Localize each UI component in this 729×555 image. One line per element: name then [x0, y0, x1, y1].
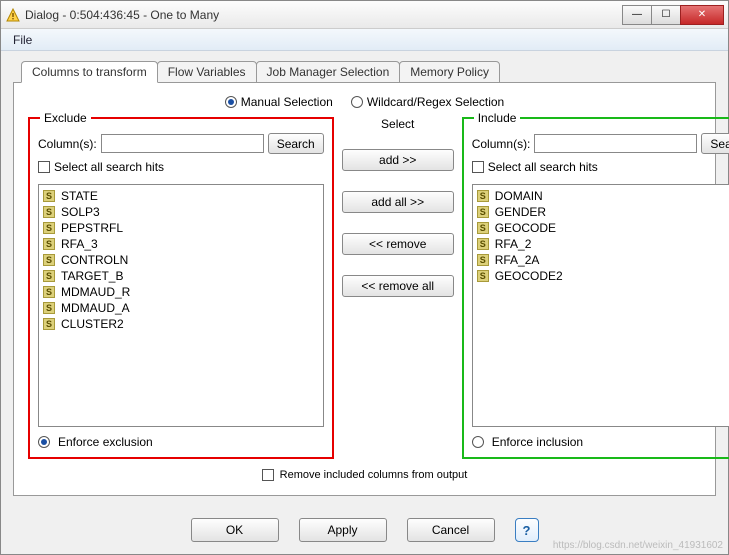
- list-item[interactable]: SGEOCODE: [475, 220, 729, 236]
- list-item[interactable]: SGENDER: [475, 204, 729, 220]
- close-button[interactable]: ✕: [680, 5, 724, 25]
- menubar: File: [1, 29, 728, 51]
- exclude-legend: Exclude: [40, 111, 91, 125]
- list-item[interactable]: SMDMAUD_R: [41, 284, 321, 300]
- add-button[interactable]: add >>: [342, 149, 454, 171]
- titlebar: Dialog - 0:504:436:45 - One to Many — ☐ …: [1, 1, 728, 29]
- radio-icon: [225, 96, 237, 108]
- exclude-fieldset: Exclude Column(s): Search Select all sea…: [28, 117, 334, 459]
- list-item[interactable]: SMDMAUD_A: [41, 300, 321, 316]
- list-item[interactable]: STARGET_B: [41, 268, 321, 284]
- window-title: Dialog - 0:504:436:45 - One to Many: [25, 8, 623, 22]
- radio-regex-label: Wildcard/Regex Selection: [367, 95, 504, 109]
- include-fieldset: Include Column(s): Search Select all sea…: [462, 117, 729, 459]
- string-type-icon: S: [477, 206, 489, 218]
- string-type-icon: S: [43, 222, 55, 234]
- string-type-icon: S: [43, 270, 55, 282]
- help-button[interactable]: ?: [515, 518, 539, 542]
- include-search-button[interactable]: Search: [701, 133, 729, 154]
- remove-included-label: Remove included columns from output: [280, 469, 468, 481]
- exclude-listbox[interactable]: SSTATE SSOLP3 SPEPSTRFL SRFA_3 SCONTROLN…: [38, 184, 324, 427]
- column-picker: Exclude Column(s): Search Select all sea…: [28, 117, 701, 459]
- tab-columns-to-transform[interactable]: Columns to transform: [21, 61, 158, 83]
- string-type-icon: S: [43, 238, 55, 250]
- minimize-button[interactable]: —: [622, 5, 652, 25]
- include-search-input[interactable]: [534, 134, 697, 153]
- tab-memory-policy[interactable]: Memory Policy: [399, 61, 500, 83]
- list-item[interactable]: SPEPSTRFL: [41, 220, 321, 236]
- radio-regex-selection[interactable]: Wildcard/Regex Selection: [351, 95, 504, 109]
- menu-file[interactable]: File: [7, 31, 38, 49]
- radio-icon: [351, 96, 363, 108]
- string-type-icon: S: [477, 270, 489, 282]
- string-type-icon: S: [43, 286, 55, 298]
- list-item[interactable]: SCONTROLN: [41, 252, 321, 268]
- question-icon: ?: [523, 523, 531, 538]
- include-listbox[interactable]: SDOMAIN SGENDER SGEOCODE SRFA_2 SRFA_2A …: [472, 184, 729, 427]
- string-type-icon: S: [43, 206, 55, 218]
- include-columns-label: Column(s):: [472, 137, 531, 151]
- select-legend: Select: [381, 117, 414, 131]
- cancel-button[interactable]: Cancel: [407, 518, 495, 542]
- tab-panel: Manual Selection Wildcard/Regex Selectio…: [13, 82, 716, 496]
- exclude-search-row: Column(s): Search: [38, 133, 324, 154]
- window-controls: — ☐ ✕: [623, 5, 724, 25]
- radio-icon: [472, 436, 484, 448]
- string-type-icon: S: [477, 254, 489, 266]
- list-item[interactable]: SRFA_2A: [475, 252, 729, 268]
- enforce-exclusion-row[interactable]: Enforce exclusion: [38, 435, 324, 449]
- enforce-exclusion-label: Enforce exclusion: [58, 435, 153, 449]
- maximize-button[interactable]: ☐: [651, 5, 681, 25]
- include-search-row: Column(s): Search: [472, 133, 729, 154]
- string-type-icon: S: [477, 222, 489, 234]
- list-item[interactable]: SRFA_3: [41, 236, 321, 252]
- list-item[interactable]: SCLUSTER2: [41, 316, 321, 332]
- apply-button[interactable]: Apply: [299, 518, 387, 542]
- radio-manual-label: Manual Selection: [241, 95, 333, 109]
- checkbox-icon: [38, 161, 50, 173]
- string-type-icon: S: [477, 238, 489, 250]
- exclude-search-button[interactable]: Search: [268, 133, 324, 154]
- exclude-select-all-row[interactable]: Select all search hits: [38, 160, 324, 174]
- watermark-text: https://blog.csdn.net/weixin_41931602: [553, 540, 723, 551]
- enforce-inclusion-label: Enforce inclusion: [492, 435, 583, 449]
- select-column: Select add >> add all >> << remove << re…: [342, 117, 454, 459]
- list-item[interactable]: SSTATE: [41, 188, 321, 204]
- include-select-all-label: Select all search hits: [488, 160, 598, 174]
- string-type-icon: S: [43, 190, 55, 202]
- tab-flow-variables[interactable]: Flow Variables: [157, 61, 257, 83]
- selection-mode-row: Manual Selection Wildcard/Regex Selectio…: [28, 93, 701, 117]
- dialog-window: Dialog - 0:504:436:45 - One to Many — ☐ …: [0, 0, 729, 555]
- remove-included-row[interactable]: Remove included columns from output: [28, 459, 701, 481]
- checkbox-icon: [472, 161, 484, 173]
- add-all-button[interactable]: add all >>: [342, 191, 454, 213]
- include-select-all-row[interactable]: Select all search hits: [472, 160, 729, 174]
- radio-icon: [38, 436, 50, 448]
- include-legend: Include: [474, 111, 521, 125]
- ok-button[interactable]: OK: [191, 518, 279, 542]
- remove-button[interactable]: << remove: [342, 233, 454, 255]
- radio-manual-selection[interactable]: Manual Selection: [225, 95, 333, 109]
- list-item[interactable]: SDOMAIN: [475, 188, 729, 204]
- warning-icon: [5, 7, 21, 23]
- string-type-icon: S: [43, 302, 55, 314]
- string-type-icon: S: [43, 318, 55, 330]
- enforce-inclusion-row[interactable]: Enforce inclusion: [472, 435, 729, 449]
- list-item[interactable]: SGEOCODE2: [475, 268, 729, 284]
- content-area: Columns to transform Flow Variables Job …: [1, 51, 728, 506]
- tab-job-manager-selection[interactable]: Job Manager Selection: [256, 61, 401, 83]
- exclude-select-all-label: Select all search hits: [54, 160, 164, 174]
- checkbox-icon: [262, 469, 274, 481]
- exclude-search-input[interactable]: [101, 134, 264, 153]
- string-type-icon: S: [43, 254, 55, 266]
- string-type-icon: S: [477, 190, 489, 202]
- remove-all-button[interactable]: << remove all: [342, 275, 454, 297]
- tabstrip: Columns to transform Flow Variables Job …: [21, 61, 716, 83]
- exclude-columns-label: Column(s):: [38, 137, 97, 151]
- list-item[interactable]: SRFA_2: [475, 236, 729, 252]
- list-item[interactable]: SSOLP3: [41, 204, 321, 220]
